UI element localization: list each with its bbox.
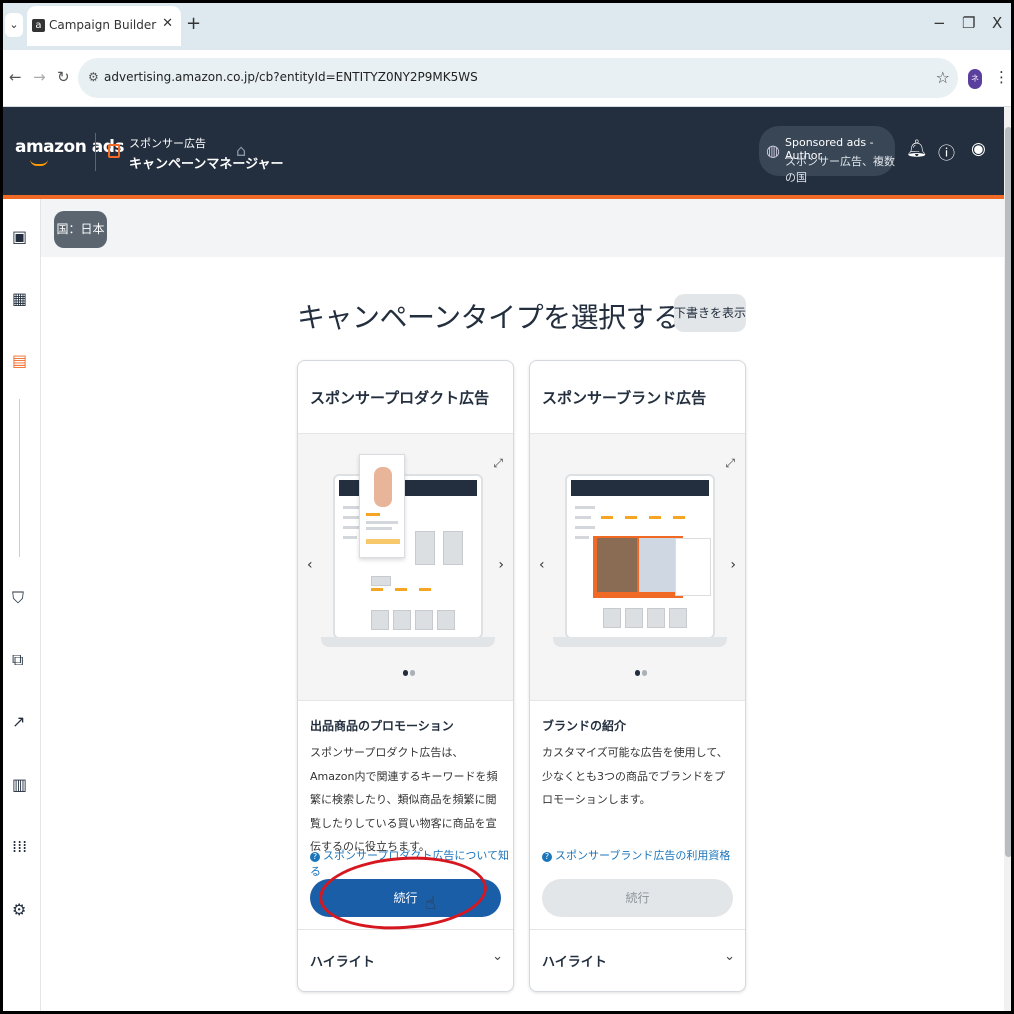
tab-close-icon[interactable]: ✕ <box>162 16 173 31</box>
amazon-favicon-icon: a <box>32 19 45 32</box>
nav-divider <box>19 399 20 557</box>
carousel-dots[interactable] <box>403 670 417 676</box>
laptop-base <box>553 637 727 647</box>
brand-info-panel <box>675 538 711 596</box>
url-text[interactable]: advertising.amazon.co.jp/cb?entityId=ENT… <box>104 70 478 84</box>
card-title: スポンサープロダクト広告 <box>310 389 490 407</box>
back-icon[interactable]: ← <box>9 68 22 86</box>
forward-icon[interactable]: → <box>33 68 46 86</box>
header-divider <box>95 133 96 171</box>
new-tab-icon[interactable]: + <box>186 13 201 34</box>
settings-gear-icon[interactable]: ⚙ <box>12 900 26 919</box>
carousel-next-icon[interactable]: › <box>730 557 736 573</box>
trend-icon[interactable]: ↗ <box>12 712 25 731</box>
tab-search-chevron-icon[interactable]: ⌄ <box>5 13 23 37</box>
laptop-mockup-image <box>553 474 727 647</box>
brand-shoe-image <box>639 538 679 592</box>
laptop-base <box>321 637 495 647</box>
brand-lifestyle-image <box>597 538 637 592</box>
creative-library-icon[interactable]: ⧉ <box>12 650 23 670</box>
notification-bell-icon[interactable]: 🔔︎ <box>906 139 928 159</box>
reload-icon[interactable]: ↻ <box>57 68 70 86</box>
highlights-label[interactable]: ハイライト <box>542 951 607 970</box>
browser-menu-icon[interactable]: ⋮ <box>994 68 1009 86</box>
apps-grid-icon[interactable]: ⁞⁞⁞ <box>12 837 27 856</box>
window-close-icon[interactable]: X <box>992 14 1002 32</box>
eligibility-link-text[interactable]: スポンサーブランド広告の利用資格 <box>555 849 730 862</box>
account-scope: スポンサー広告、複数の国 <box>785 155 895 184</box>
bookmark-star-icon[interactable]: ☆ <box>936 68 950 87</box>
restore-icon[interactable]: ❐ <box>962 14 975 32</box>
sponsored-brands-card: スポンサーブランド広告 ⤢ ‹ › ブランドの紹介 カスタマイズ可能な広告を使用… <box>529 360 746 992</box>
globe-icon: ◍ <box>766 141 780 160</box>
side-navigation: ▣ ▦ ▤ ⛉ ⧉ ↗ ▥ ⁞⁞⁞ ⚙ <box>0 199 41 1014</box>
country-band: 国：日本 <box>41 199 1004 257</box>
card-divider <box>298 929 513 930</box>
address-bar[interactable]: ⚙ advertising.amazon.co.jp/cb?entityId=E… <box>78 58 958 98</box>
carousel-dots[interactable] <box>635 670 649 676</box>
tab-title: Campaign Builder <box>49 18 157 32</box>
briefcase-icon[interactable]: ▣ <box>12 227 27 246</box>
app-header: amazon ads スポンサー広告 キャンペーンマネージャー ⌂ ◍ Spon… <box>0 107 1004 195</box>
carousel-prev-icon[interactable]: ‹ <box>307 557 313 573</box>
product-image <box>374 467 392 507</box>
scrollbar-thumb[interactable] <box>1005 127 1012 857</box>
chevron-down-icon[interactable]: ⌄ <box>724 949 735 964</box>
home-icon[interactable]: ⌂ <box>236 141 246 160</box>
reports-icon[interactable]: ▥ <box>12 775 27 794</box>
view-drafts-button[interactable]: 下書きを表示 <box>674 294 746 332</box>
product-line: スポンサー広告 <box>129 137 206 150</box>
card-description: カスタマイズ可能な広告を使用して、少なくとも3つの商品でブランドをプロモーション… <box>542 746 728 806</box>
minimize-icon[interactable]: − <box>933 14 946 32</box>
hand-cursor-icon: ☝ <box>425 893 436 914</box>
laptop-screen <box>333 474 483 639</box>
country-selector[interactable]: 国：日本 <box>54 211 107 248</box>
card-title: スポンサーブランド広告 <box>542 389 707 407</box>
amazon-smile-icon <box>30 159 48 166</box>
campaign-icon[interactable]: ▤ <box>12 351 27 370</box>
page-title: キャンペーンタイプを選択する <box>297 301 681 334</box>
expand-icon[interactable]: ⤢ <box>725 456 735 471</box>
continue-button[interactable]: 続行 <box>542 879 733 917</box>
help-circle-icon: ? <box>542 852 552 862</box>
app-name[interactable]: キャンペーンマネージャー <box>129 153 283 172</box>
browser-toolbar: ← → ↻ ⚙ advertising.amazon.co.jp/cb?enti… <box>0 50 1014 107</box>
campaign-manager-icon <box>108 144 120 158</box>
card-heading: 出品商品のプロモーション <box>310 719 454 733</box>
shield-icon[interactable]: ⛉ <box>12 588 24 608</box>
expand-icon[interactable]: ⤢ <box>493 456 503 471</box>
browser-tab[interactable]: a Campaign Builder ✕ <box>27 6 181 46</box>
mock-nav-bar <box>571 480 709 496</box>
eligibility-link[interactable]: ? スポンサーブランド広告の利用資格 <box>542 847 730 863</box>
carousel-next-icon[interactable]: › <box>498 557 504 573</box>
card-divider <box>530 929 745 930</box>
dashboard-icon[interactable]: ▦ <box>12 289 27 308</box>
carousel-prev-icon[interactable]: ‹ <box>539 557 545 573</box>
product-popup <box>359 454 405 558</box>
help-icon[interactable]: ⓘ <box>938 139 955 164</box>
card-illustration: ⤢ ‹ › <box>298 433 513 701</box>
user-account-icon[interactable]: ◉ <box>971 139 986 159</box>
card-heading: ブランドの紹介 <box>542 719 627 733</box>
card-illustration: ⤢ ‹ › <box>530 433 745 701</box>
site-info-icon[interactable]: ⚙ <box>88 70 99 84</box>
help-circle-icon: ? <box>310 852 320 862</box>
chevron-down-icon[interactable]: ⌄ <box>492 949 503 964</box>
laptop-mockup-image <box>321 454 495 647</box>
browser-tab-bar: ⌄ a Campaign Builder ✕ + − ❐ X <box>0 0 1014 50</box>
account-switcher[interactable]: ◍ Sponsored ads - Author スポンサー広告、複数の国 <box>759 126 895 184</box>
card-description: スポンサープロダクト広告は、Amazon内で関連するキーワードを頻繁に検索したり… <box>310 746 498 853</box>
profile-avatar[interactable]: ネ <box>968 69 982 89</box>
highlights-label[interactable]: ハイライト <box>310 951 375 970</box>
